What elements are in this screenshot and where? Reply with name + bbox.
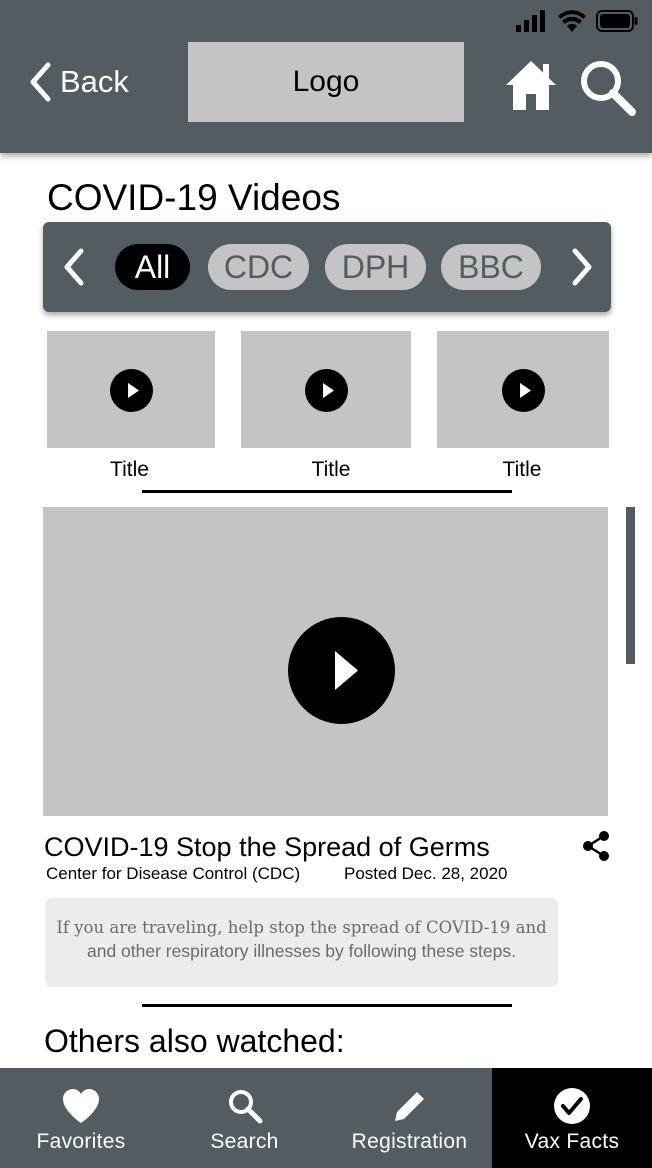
video-title: COVID-19 Stop the Spread of Germs xyxy=(44,832,490,862)
logo-text: Logo xyxy=(292,65,360,98)
filter-chip-label: CDC xyxy=(223,248,294,285)
battery-icon xyxy=(596,10,638,32)
logo: Logo xyxy=(188,42,464,122)
video-source: Center for Disease Control (CDC) xyxy=(46,864,301,883)
search-icon[interactable] xyxy=(578,58,636,116)
back-button[interactable]: Back xyxy=(28,62,129,102)
thumbnail-title[interactable]: Title xyxy=(47,458,212,482)
nav-favorites[interactable]: Favorites xyxy=(0,1068,162,1168)
video-thumbnail[interactable] xyxy=(437,331,609,448)
status-bar xyxy=(516,8,638,34)
bottom-navigation: Favorites Search Registration Vax Facts xyxy=(0,1068,652,1168)
play-icon[interactable] xyxy=(110,368,153,412)
heart-icon xyxy=(63,1089,99,1123)
chevron-left-icon xyxy=(30,62,51,102)
nav-vax-facts[interactable]: Vax Facts xyxy=(492,1068,652,1168)
page-title: COVID-19 Videos xyxy=(47,177,341,218)
nav-search[interactable]: Search xyxy=(162,1068,327,1168)
video-thumbnail[interactable] xyxy=(47,331,215,448)
video-description: If you are traveling, help stop the spre… xyxy=(45,898,558,987)
nav-label: Favorites xyxy=(36,1130,126,1153)
others-heading: Others also watched: xyxy=(44,1023,345,1059)
share-icon[interactable] xyxy=(580,830,612,862)
filter-chip-all[interactable]: All xyxy=(115,244,190,290)
thumbnail-title[interactable]: Title xyxy=(436,458,608,482)
description-line: If you are traveling, help stop the spre… xyxy=(56,918,547,937)
play-icon[interactable] xyxy=(305,368,348,412)
chevron-left-icon[interactable] xyxy=(59,247,89,287)
scrollbar-thumb[interactable] xyxy=(626,507,635,664)
video-thumbnail[interactable] xyxy=(241,331,411,448)
filter-chip-label: All xyxy=(134,248,171,285)
nav-registration[interactable]: Registration xyxy=(327,1068,492,1168)
video-posted-date: Posted Dec. 28, 2020 xyxy=(344,864,508,883)
check-circle-icon xyxy=(554,1088,590,1124)
wifi-icon xyxy=(558,10,586,32)
section-divider xyxy=(142,490,512,493)
play-button[interactable] xyxy=(288,617,395,724)
filter-bar: All CDC DPH BBC xyxy=(43,222,611,312)
home-icon[interactable] xyxy=(504,58,558,112)
chevron-right-icon[interactable] xyxy=(567,247,597,287)
filter-chip-dph[interactable]: DPH xyxy=(325,244,426,290)
description-line: and other respiratory illnesses by follo… xyxy=(87,941,516,961)
play-icon xyxy=(335,651,358,690)
thumbnail-title[interactable]: Title xyxy=(246,458,416,482)
section-divider xyxy=(142,1004,512,1007)
nav-label: Registration xyxy=(351,1130,468,1153)
cellular-signal-icon xyxy=(516,10,545,32)
search-icon xyxy=(228,1090,262,1124)
pencil-icon xyxy=(394,1090,426,1121)
filter-chip-label: BBC xyxy=(458,248,524,285)
nav-label: Vax Facts xyxy=(524,1130,620,1153)
filter-chip-cdc[interactable]: CDC xyxy=(208,244,309,290)
back-label: Back xyxy=(60,64,129,99)
nav-label: Search xyxy=(210,1130,279,1153)
filter-chip-bbc[interactable]: BBC xyxy=(441,244,541,290)
play-icon[interactable] xyxy=(502,368,545,412)
filter-chip-label: DPH xyxy=(341,248,410,285)
